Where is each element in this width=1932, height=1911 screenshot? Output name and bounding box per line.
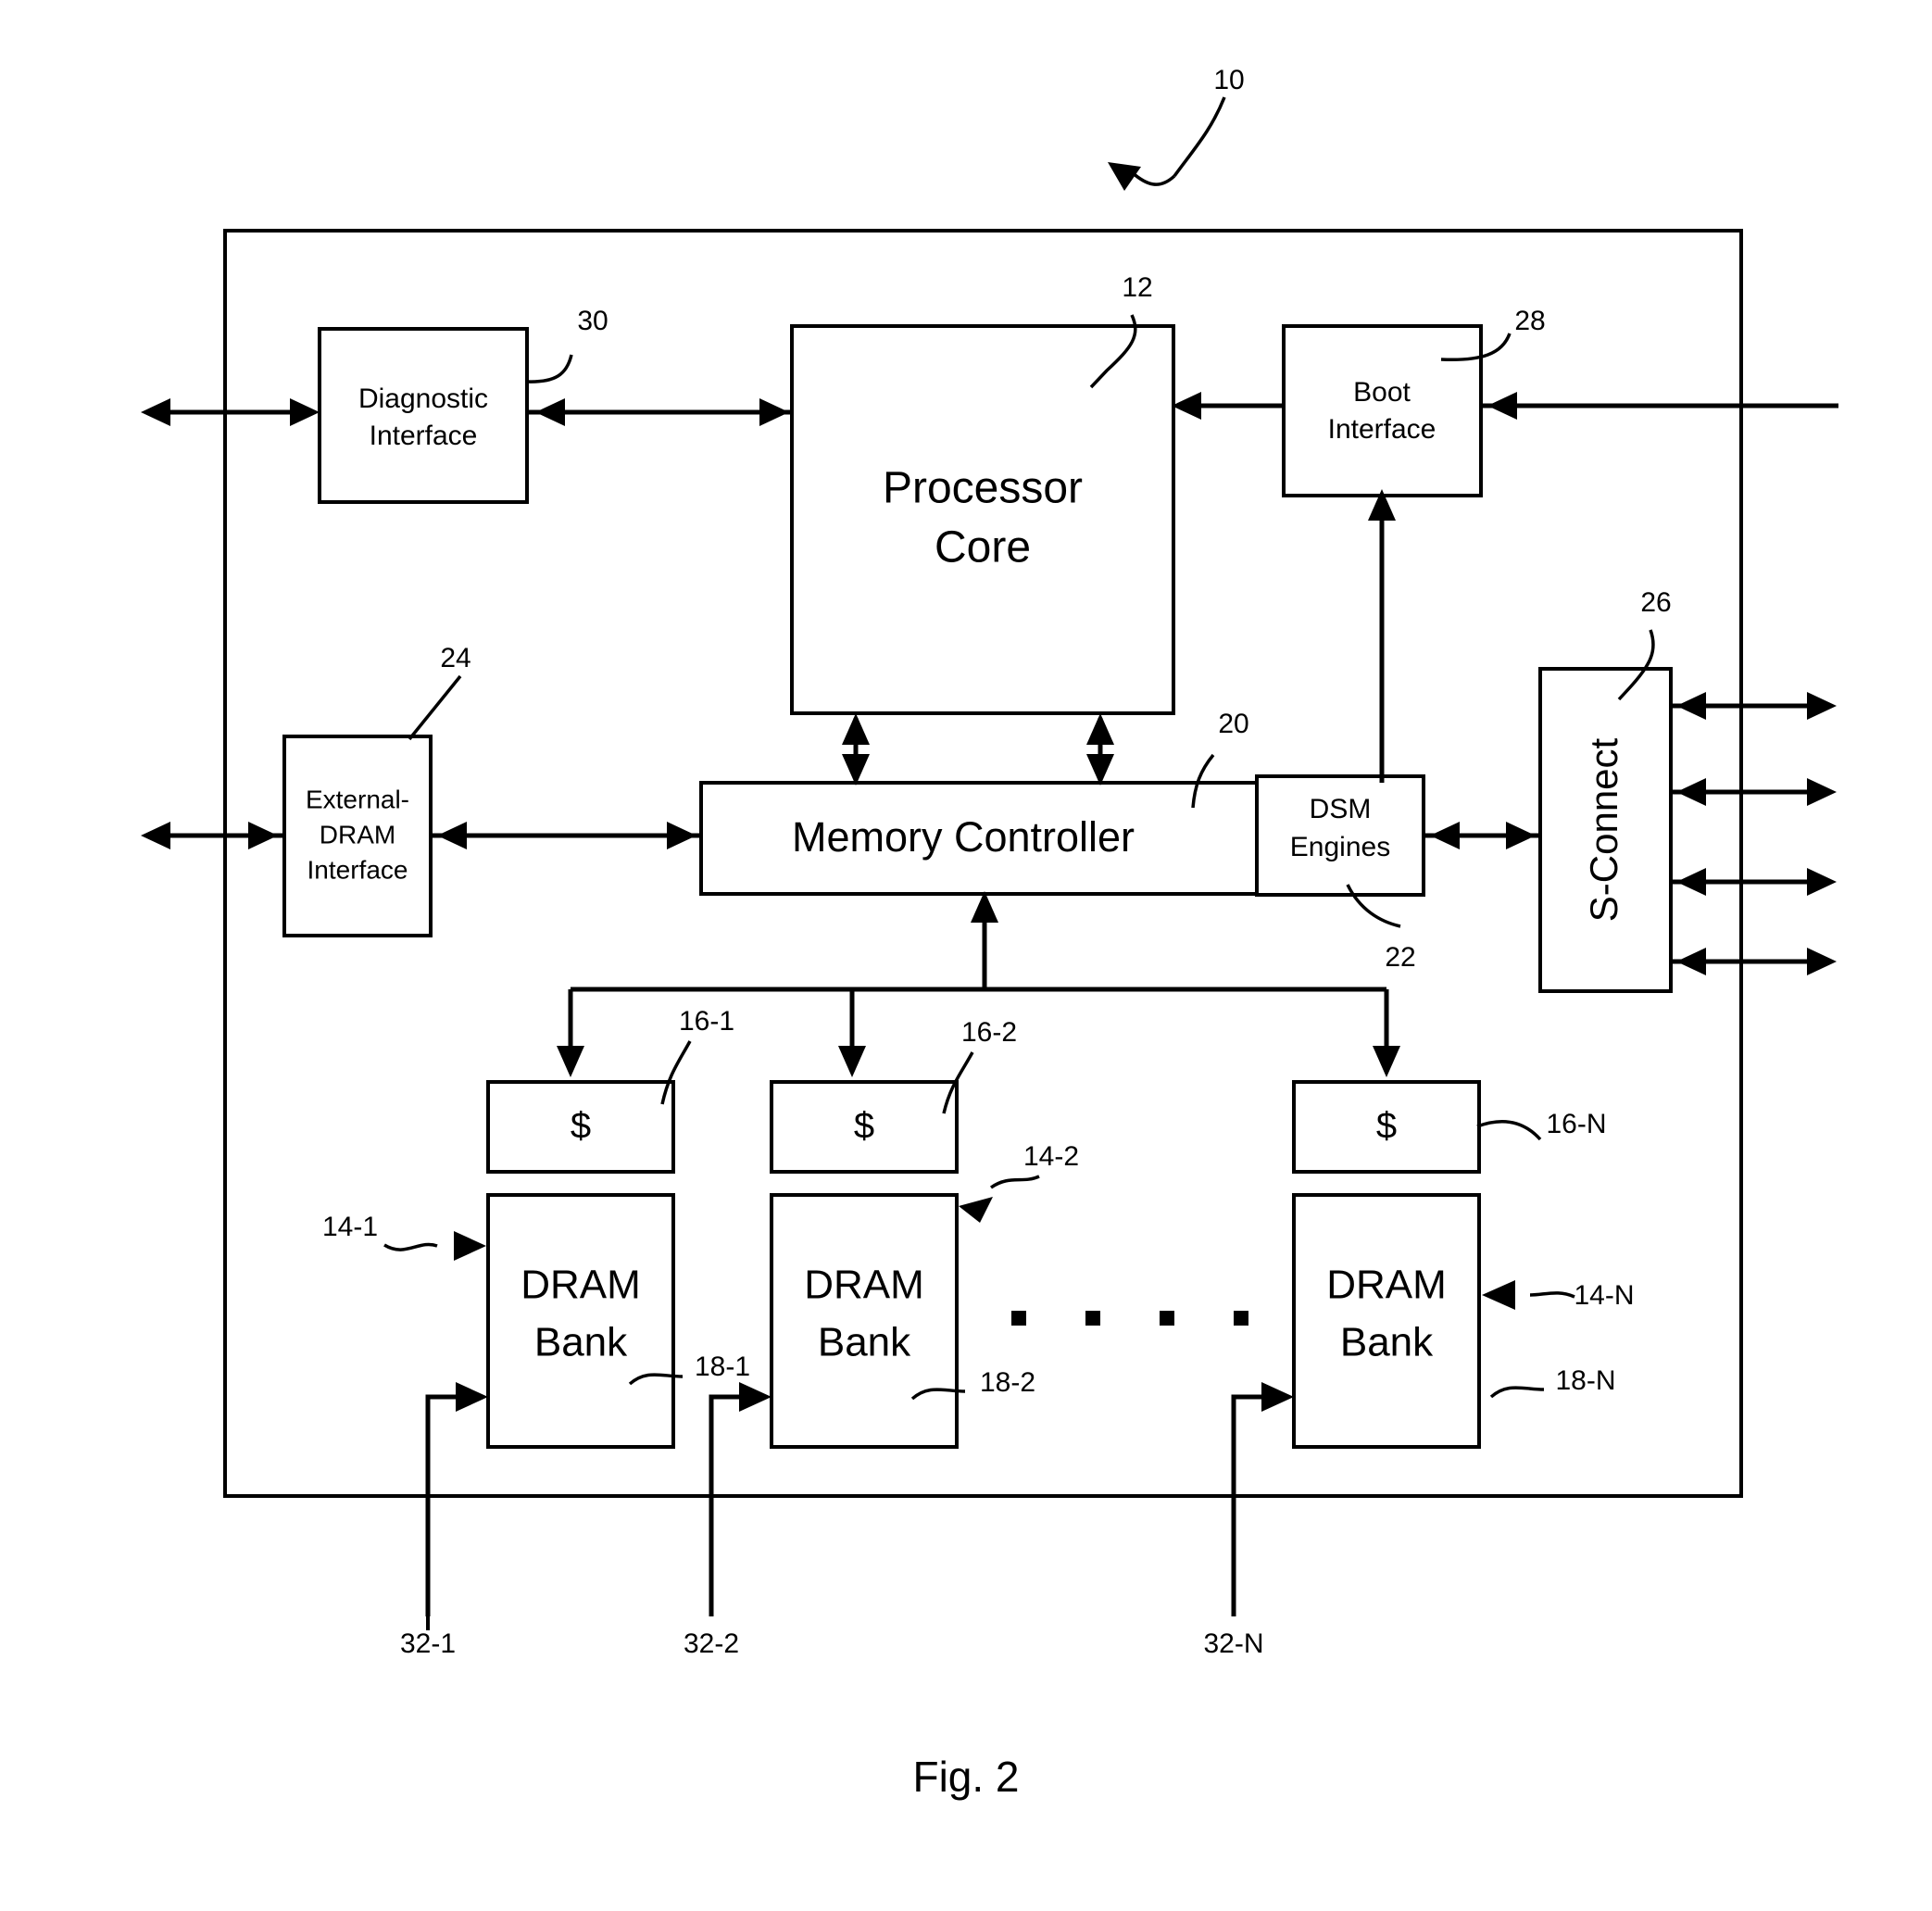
dram-bank-ref-callout-1: 14-1 — [322, 1212, 486, 1261]
dram-bank-1[interactable]: DRAM Bank — [486, 1193, 675, 1449]
wire-externaldram-to-memctrl — [431, 822, 701, 849]
ref-26: 26 — [1640, 587, 1671, 618]
boot-interface-external-io — [1481, 392, 1838, 420]
figure-caption: Fig. 2 — [912, 1753, 1019, 1801]
s-connect-ref-callout: 26 — [1617, 587, 1672, 701]
cache-block-2[interactable]: $ — [770, 1080, 959, 1174]
dram-bank-2[interactable]: DRAM Bank — [770, 1193, 959, 1449]
dram-bank-ellipsis — [1011, 1311, 1248, 1326]
dram-bank-ref-callout-3: 14-N — [1482, 1280, 1635, 1311]
dram-bank-label-3-line2: Bank — [1340, 1320, 1434, 1365]
external-dram-interface-label-line2: DRAM — [320, 820, 395, 849]
ref-32-N: 32-N — [1203, 1628, 1263, 1659]
s-connect-block[interactable]: S-Connect — [1538, 667, 1673, 993]
diagnostic-interface-block[interactable]: Diagnostic Interface — [318, 327, 529, 504]
dram-port-ref-callout-1: 18-1 — [628, 1352, 750, 1386]
external-dram-external-io — [141, 822, 284, 849]
dram-bank-ref-callout-2: 14-2 — [959, 1141, 1079, 1223]
memory-controller-ref-callout: 20 — [1191, 709, 1249, 809]
bus-32-2: 32-2 — [684, 1382, 772, 1659]
ref-22: 22 — [1385, 942, 1415, 973]
diagnostic-interface-label-line2: Interface — [370, 421, 478, 451]
ref-16-N: 16-N — [1546, 1109, 1606, 1139]
processor-core-ref-callout: 12 — [1089, 272, 1153, 389]
wire-dsm-to-boot — [1368, 489, 1396, 783]
ref-24: 24 — [440, 643, 470, 673]
bus-32-N: 32-N — [1203, 1382, 1294, 1659]
s-connect-port-4 — [1671, 948, 1837, 975]
bus-32-1: 32-1 — [400, 1382, 488, 1659]
s-connect-port-1 — [1671, 692, 1837, 720]
diagnostic-external-io — [141, 398, 320, 426]
boot-interface-block[interactable]: Boot Interface — [1282, 324, 1483, 497]
diagnostic-interface-ref-callout: 30 — [526, 306, 608, 383]
dram-bank-label-1-line2: Bank — [534, 1320, 628, 1365]
chip-ref-callout: 10 — [1108, 65, 1245, 191]
wire-dsm-to-sconnect — [1424, 822, 1540, 849]
processor-core-label-line2: Core — [935, 523, 1031, 572]
processor-core-block[interactable]: Processor Core — [790, 324, 1175, 715]
external-dram-interface-label-line1: External- — [306, 785, 409, 813]
cache-ref-callout-3: 16-N — [1476, 1109, 1607, 1141]
cache-label-1: $ — [571, 1106, 591, 1147]
memory-controller-block[interactable]: Memory Controller — [699, 781, 1259, 896]
ref-18-2: 18-2 — [980, 1367, 1035, 1398]
external-dram-interface-block[interactable]: External- DRAM Interface — [282, 735, 433, 937]
wire-diagnostic-to-core — [527, 398, 792, 426]
boot-interface-label-line2: Interface — [1328, 414, 1436, 445]
cache-label-2: $ — [854, 1106, 874, 1147]
ref-18-N: 18-N — [1555, 1365, 1615, 1396]
wire-core-to-memctrl-left — [842, 713, 870, 786]
ref-32-1: 32-1 — [400, 1628, 456, 1659]
memory-bus-trunk — [557, 891, 1400, 1077]
dsm-engines-ref-callout: 22 — [1346, 884, 1416, 973]
boot-interface-label-line1: Boot — [1353, 377, 1411, 408]
dram-bank-label-3-line1: DRAM — [1326, 1263, 1447, 1308]
ref-18-1: 18-1 — [695, 1352, 750, 1382]
cache-label-3: $ — [1376, 1106, 1397, 1147]
diagnostic-interface-label-line1: Diagnostic — [358, 383, 488, 414]
s-connect-port-3 — [1671, 868, 1837, 896]
dsm-engines-label-line1: DSM — [1310, 794, 1372, 824]
external-dram-interface-ref-callout: 24 — [408, 643, 471, 741]
ref-20: 20 — [1218, 709, 1248, 739]
dsm-engines-block[interactable]: DSM Engines — [1255, 774, 1425, 897]
ref-16-2: 16-2 — [961, 1017, 1017, 1048]
dram-port-ref-callout-2: 18-2 — [910, 1367, 1035, 1401]
boot-interface-ref-callout: 28 — [1440, 306, 1546, 362]
dram-bank-label-2-line2: Bank — [818, 1320, 911, 1365]
dram-bank-3[interactable]: DRAM Bank — [1292, 1193, 1481, 1449]
ref-10: 10 — [1213, 65, 1244, 95]
dram-bank-label-1-line1: DRAM — [521, 1263, 641, 1308]
wire-boot-to-core — [1172, 392, 1284, 420]
ref-14-N: 14-N — [1574, 1280, 1634, 1311]
dram-bank-label-2-line1: DRAM — [804, 1263, 924, 1308]
ref-14-2: 14-2 — [1023, 1141, 1079, 1172]
s-connect-port-2 — [1671, 778, 1837, 806]
ref-14-1: 14-1 — [322, 1212, 378, 1242]
wire-core-to-memctrl-right — [1086, 713, 1114, 786]
figure-2-block-diagram: 10 Diagnostic Interface 30 Processor Cor… — [141, 65, 1838, 1801]
ref-30: 30 — [577, 306, 608, 336]
cache-ref-callout-2: 16-2 — [942, 1017, 1017, 1114]
cache-block-1[interactable]: $ — [486, 1080, 675, 1174]
s-connect-label: S-Connect — [1582, 737, 1625, 922]
ref-32-2: 32-2 — [684, 1628, 739, 1659]
cache-block-3[interactable]: $ — [1292, 1080, 1481, 1174]
dram-port-ref-callout-3: 18-N — [1489, 1365, 1616, 1399]
patent-figure-page: 10 Diagnostic Interface 30 Processor Cor… — [0, 0, 1932, 1911]
processor-core-label-line1: Processor — [883, 464, 1083, 513]
memory-controller-label: Memory Controller — [792, 813, 1135, 861]
ref-12: 12 — [1122, 272, 1152, 303]
ref-28: 28 — [1514, 306, 1545, 336]
dsm-engines-label-line2: Engines — [1290, 832, 1390, 862]
ref-16-1: 16-1 — [679, 1006, 734, 1037]
external-dram-interface-label-line3: Interface — [307, 855, 408, 884]
